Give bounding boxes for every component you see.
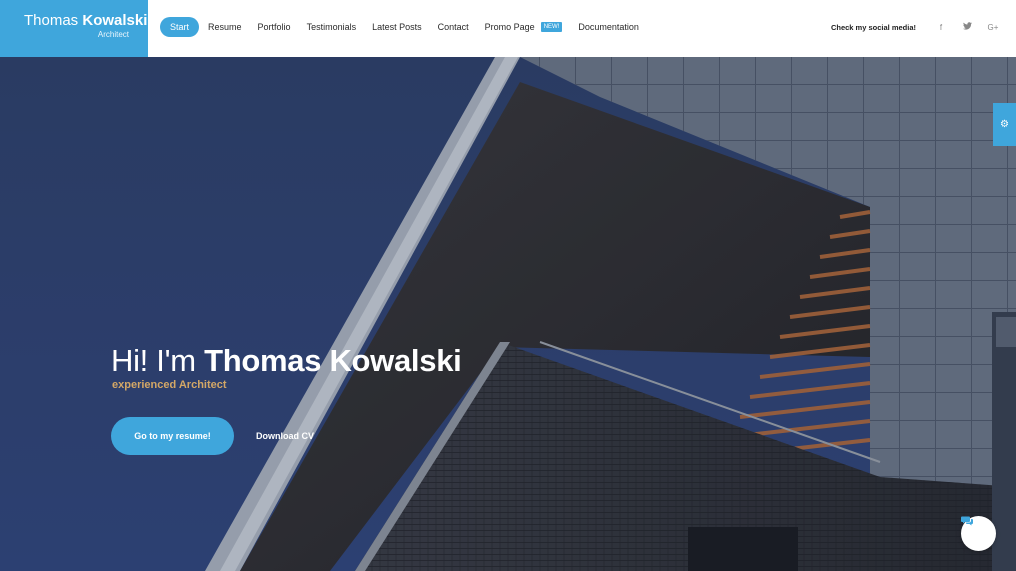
download-cv-link[interactable]: Download CV bbox=[256, 431, 314, 441]
nav-item-promo-page[interactable]: Promo Page NEW! bbox=[478, 17, 570, 37]
nav-item-resume[interactable]: Resume bbox=[201, 17, 249, 37]
nav-item-portfolio[interactable]: Portfolio bbox=[251, 17, 298, 37]
brand-logo[interactable]: Thomas Kowalski Architect bbox=[0, 0, 148, 57]
social-links: Check my social media! f G+ bbox=[831, 22, 1006, 32]
nav-item-latest-posts[interactable]: Latest Posts bbox=[365, 17, 429, 37]
google-plus-icon[interactable]: G+ bbox=[980, 23, 1006, 32]
new-badge: NEW! bbox=[540, 22, 563, 32]
hero-title: Hi! I'm Thomas Kowalski bbox=[111, 343, 462, 378]
site-header: Thomas Kowalski Architect Start Resume P… bbox=[0, 0, 1016, 57]
nav-item-contact[interactable]: Contact bbox=[431, 17, 476, 37]
hero-subtitle: experienced Architect bbox=[112, 379, 227, 391]
brand-subtitle: Architect bbox=[97, 30, 129, 39]
hero-background-image bbox=[0, 57, 1016, 571]
go-to-resume-button[interactable]: Go to my resume! bbox=[111, 417, 234, 455]
brand-name: Thomas Kowalski bbox=[24, 12, 148, 29]
settings-panel-toggle[interactable]: ⚙ bbox=[993, 103, 1016, 146]
facebook-icon[interactable]: f bbox=[928, 23, 954, 32]
nav-item-start[interactable]: Start bbox=[160, 17, 200, 37]
chat-button[interactable] bbox=[961, 516, 996, 551]
main-nav: Start Resume Portfolio Testimonials Late… bbox=[160, 17, 648, 37]
social-label: Check my social media! bbox=[830, 22, 916, 32]
twitter-icon[interactable] bbox=[954, 22, 980, 32]
hero-section: Hi! I'm Thomas Kowalski experienced Arch… bbox=[0, 57, 1016, 571]
gear-icon: ⚙ bbox=[1000, 119, 1009, 130]
nav-item-testimonials[interactable]: Testimonials bbox=[300, 17, 364, 37]
nav-item-documentation[interactable]: Documentation bbox=[571, 17, 646, 37]
